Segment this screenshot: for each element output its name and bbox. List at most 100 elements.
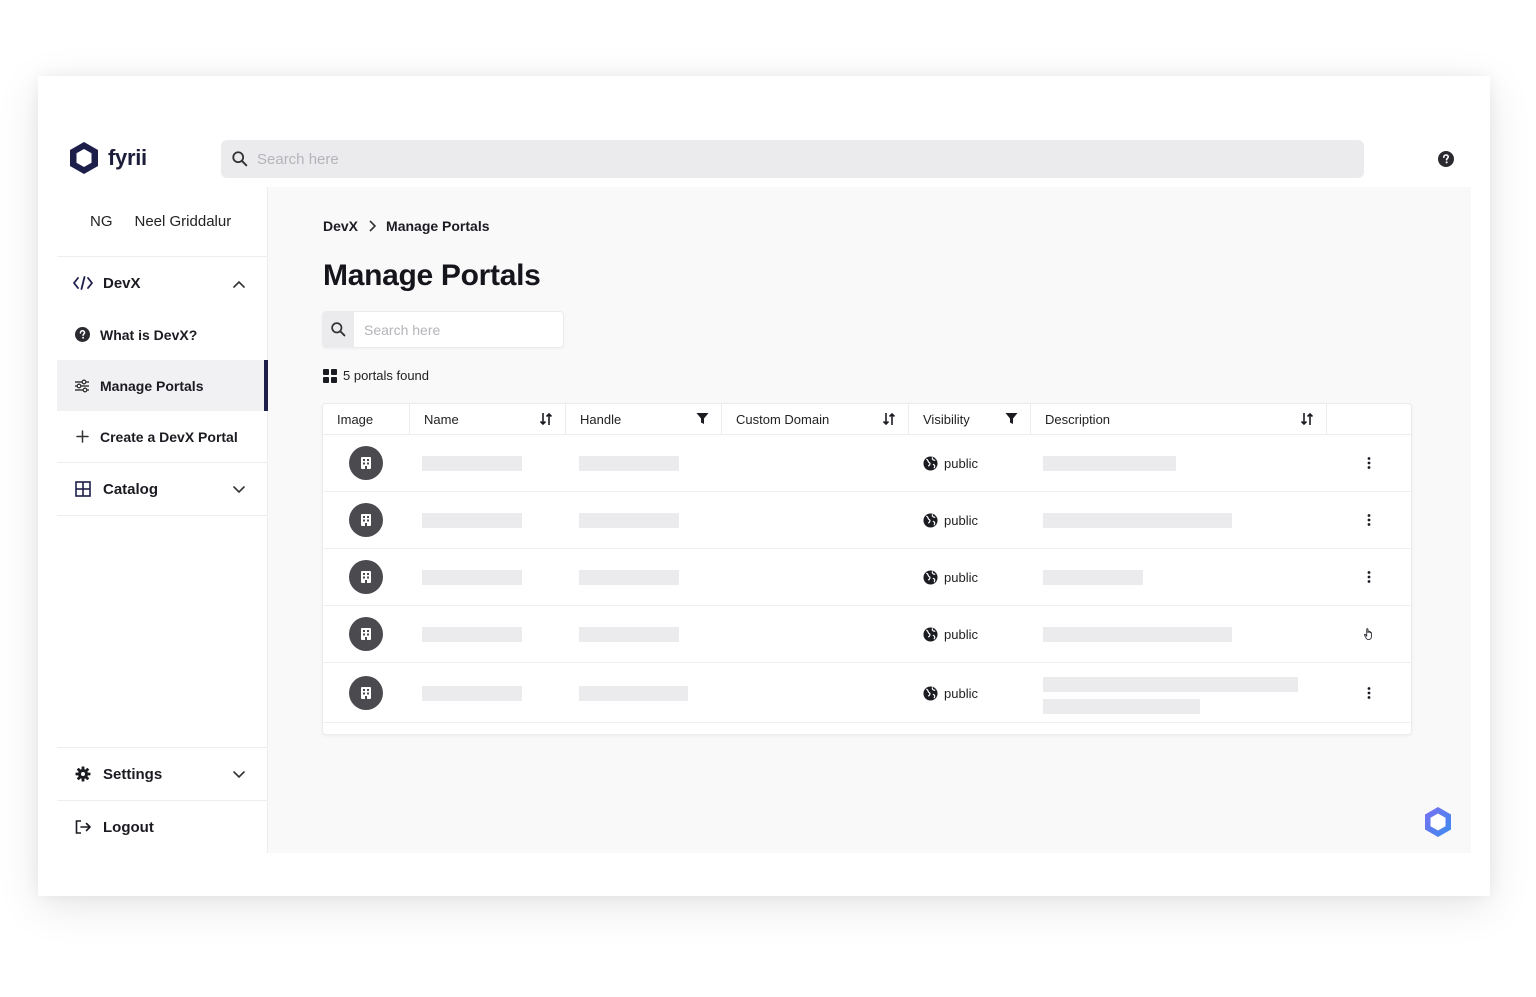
user-profile[interactable]: NG Neel Griddalur xyxy=(57,187,267,257)
portal-image xyxy=(349,446,383,480)
sidebar-group-settings[interactable]: Settings xyxy=(57,748,267,800)
sidebar-group-devx[interactable]: DevX xyxy=(57,257,267,309)
sidebar-item-what-is-devx[interactable]: What is DevX? xyxy=(57,309,267,360)
description-placeholder xyxy=(1043,627,1232,642)
column-label: Custom Domain xyxy=(736,412,830,427)
column-header-image: Image xyxy=(323,404,410,435)
search-icon xyxy=(232,151,248,167)
sidebar-group-label: Catalog xyxy=(103,480,159,498)
column-label: Image xyxy=(337,412,374,427)
hexagon-assistant-icon xyxy=(1425,807,1451,837)
result-count: 5 portals found xyxy=(323,368,429,383)
search-icon xyxy=(331,322,346,337)
more-vertical-icon xyxy=(1367,687,1371,699)
name-placeholder xyxy=(422,456,522,471)
building-icon xyxy=(361,457,371,469)
table-row[interactable]: public xyxy=(323,606,1411,663)
assistant-fab-button[interactable] xyxy=(1421,805,1455,844)
sidebar-item-label: Logout xyxy=(103,818,154,836)
sort-icon[interactable] xyxy=(1300,412,1314,429)
row-menu-button[interactable] xyxy=(1363,454,1375,472)
table-row[interactable]: public xyxy=(323,492,1411,549)
visibility-cell: public xyxy=(923,513,978,528)
row-menu-button[interactable] xyxy=(1363,625,1375,643)
handle-placeholder xyxy=(579,456,679,471)
handle-placeholder xyxy=(579,513,679,528)
column-label: Visibility xyxy=(923,412,970,427)
row-menu-button[interactable] xyxy=(1363,511,1375,529)
description-placeholder xyxy=(1043,456,1176,471)
handle-placeholder xyxy=(579,686,688,701)
more-vertical-icon xyxy=(1367,514,1371,526)
globe-icon xyxy=(923,627,938,642)
column-label: Name xyxy=(424,412,459,427)
sidebar-item-label: Manage Portals xyxy=(100,377,204,394)
visibility-label: public xyxy=(944,686,978,701)
breadcrumb-current: Manage Portals xyxy=(386,218,490,234)
visibility-label: public xyxy=(944,570,978,585)
globe-icon xyxy=(923,686,938,701)
main-content: DevX Manage Portals Manage Portals 5 por… xyxy=(268,187,1471,853)
sort-icon[interactable] xyxy=(539,412,553,429)
sidebar-item-logout[interactable]: Logout xyxy=(57,801,267,853)
sliders-icon xyxy=(73,379,91,393)
user-name: Neel Griddalur xyxy=(134,213,232,230)
portal-image xyxy=(349,676,383,710)
name-placeholder xyxy=(422,513,522,528)
app-logo[interactable]: fyrii xyxy=(66,140,147,176)
table-row[interactable]: public xyxy=(323,549,1411,606)
question-circle-icon xyxy=(1438,151,1454,167)
row-menu-button[interactable] xyxy=(1363,684,1375,702)
help-button[interactable] xyxy=(1438,151,1454,172)
portal-image xyxy=(349,560,383,594)
description-placeholder xyxy=(1043,699,1200,714)
portal-image xyxy=(349,617,383,651)
grid-icon xyxy=(323,368,337,383)
column-header-description[interactable]: Description xyxy=(1031,404,1327,435)
column-header-visibility[interactable]: Visibility xyxy=(909,404,1031,435)
visibility-cell: public xyxy=(923,686,978,701)
sidebar-group-label: Settings xyxy=(103,765,163,783)
code-icon xyxy=(73,276,93,290)
globe-icon xyxy=(923,513,938,528)
row-menu-button[interactable] xyxy=(1363,568,1375,586)
description-placeholder xyxy=(1043,513,1232,528)
sort-icon[interactable] xyxy=(882,412,896,429)
page-title: Manage Portals xyxy=(323,259,541,292)
column-header-handle[interactable]: Handle xyxy=(566,404,722,435)
visibility-label: public xyxy=(944,627,978,642)
gear-icon xyxy=(73,766,93,782)
breadcrumb-parent[interactable]: DevX xyxy=(323,218,358,234)
sidebar-item-create-portal[interactable]: Create a DevX Portal xyxy=(57,411,267,462)
more-vertical-icon xyxy=(1367,457,1371,469)
more-vertical-icon xyxy=(1367,571,1371,583)
sidebar-item-manage-portals[interactable]: Manage Portals xyxy=(57,360,268,411)
table-header: Image Name Handle Custom Domain Visibili… xyxy=(323,404,1411,435)
portal-search[interactable] xyxy=(322,311,564,348)
hand-cursor-icon xyxy=(1364,628,1372,641)
divider xyxy=(57,515,267,516)
global-search-input[interactable] xyxy=(257,150,1364,168)
building-icon xyxy=(361,571,371,583)
building-icon xyxy=(361,628,371,640)
chevron-down-icon[interactable] xyxy=(233,766,245,783)
table-row[interactable]: public xyxy=(323,435,1411,492)
chevron-down-icon[interactable] xyxy=(233,481,245,498)
table-row[interactable]: public xyxy=(323,663,1411,723)
column-label: Description xyxy=(1045,412,1111,427)
filter-icon[interactable] xyxy=(1005,412,1018,428)
column-header-custom-domain[interactable]: Custom Domain xyxy=(722,404,909,435)
filter-icon[interactable] xyxy=(696,412,709,428)
column-header-name[interactable]: Name xyxy=(410,404,566,435)
building-icon xyxy=(361,514,371,526)
grid-icon xyxy=(73,481,93,497)
chevron-up-icon[interactable] xyxy=(233,275,245,292)
sidebar-item-label: What is DevX? xyxy=(100,326,198,343)
portal-search-input[interactable] xyxy=(364,321,563,338)
portal-image xyxy=(349,503,383,537)
search-button[interactable] xyxy=(323,312,354,347)
name-placeholder xyxy=(422,570,522,585)
global-search-bar[interactable] xyxy=(221,140,1364,178)
sidebar-group-catalog[interactable]: Catalog xyxy=(57,463,267,515)
handle-placeholder xyxy=(579,627,679,642)
